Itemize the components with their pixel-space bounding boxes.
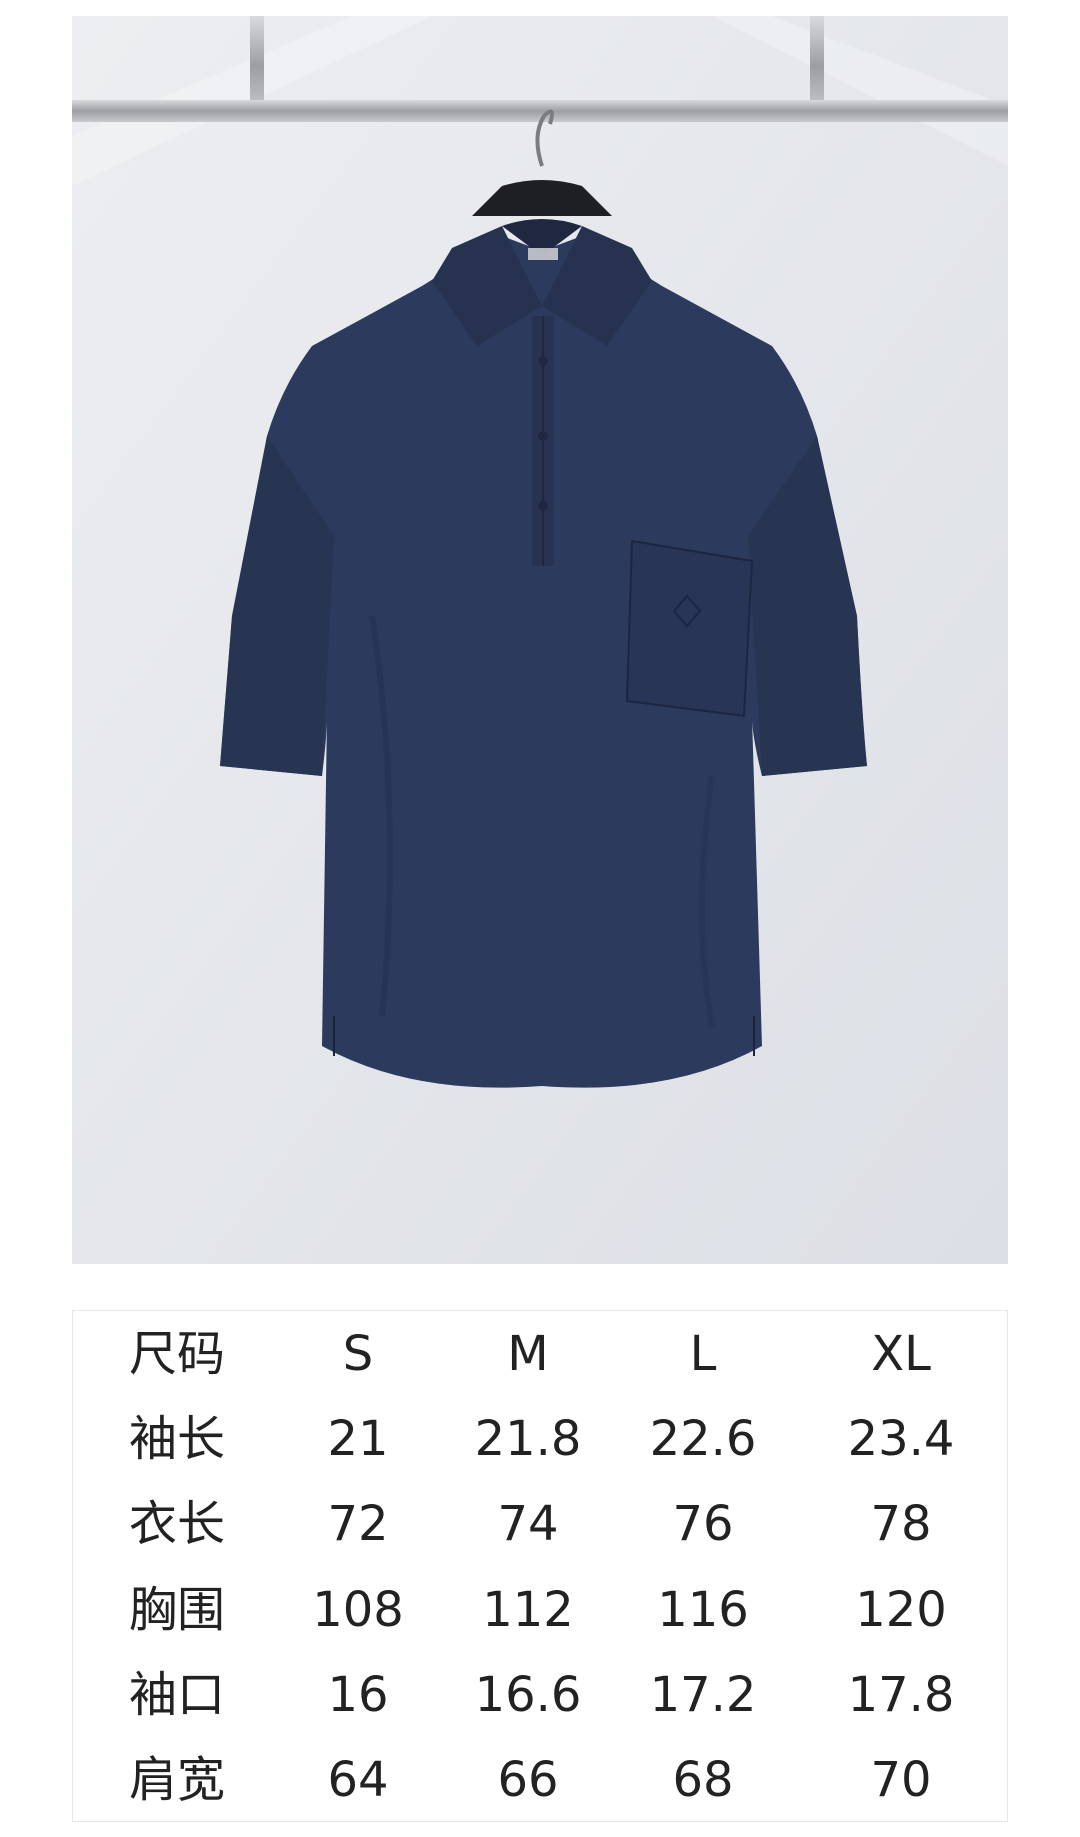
table-cell: 120	[855, 1581, 947, 1638]
neck-label	[528, 248, 558, 260]
table-cell: 116	[657, 1581, 749, 1638]
size-table: 尺码 S M L XL 袖长 21 21.8 22.6 23.4 衣长 72 7…	[73, 1311, 1009, 1823]
table-cell: 17.2	[649, 1666, 757, 1723]
table-cell: 16.6	[474, 1666, 582, 1723]
size-header-row: 尺码 S M L XL	[73, 1311, 1009, 1396]
table-cell: 64	[327, 1752, 389, 1809]
button	[538, 431, 548, 441]
product-photo	[72, 16, 1008, 1264]
table-cell: 21	[327, 1410, 389, 1467]
table-cell: 76	[672, 1496, 734, 1553]
table-cell: 21.8	[474, 1410, 582, 1467]
table-row: 袖口 16 16.6 17.2 17.8	[73, 1652, 1009, 1737]
table-cell: 68	[672, 1752, 734, 1809]
row-label-sleeve-length: 袖长	[129, 1410, 226, 1467]
table-cell: 72	[327, 1496, 389, 1553]
table-row: 袖长 21 21.8 22.6 23.4	[73, 1396, 1009, 1481]
header-size-label: 尺码	[129, 1325, 226, 1382]
row-label-chest: 胸围	[129, 1581, 226, 1638]
table-cell: 22.6	[649, 1410, 757, 1467]
table-cell: 78	[870, 1496, 932, 1553]
table-cell: 108	[312, 1581, 404, 1638]
table-cell: 16	[327, 1666, 389, 1723]
table-cell: 74	[497, 1496, 559, 1553]
clothing-rail	[72, 100, 1008, 122]
row-label-shoulder: 肩宽	[129, 1752, 226, 1809]
table-cell: 112	[482, 1581, 574, 1638]
table-cell: 23.4	[847, 1410, 955, 1467]
header-size-m: M	[507, 1325, 549, 1382]
polo-shirt-illustration	[72, 16, 1008, 1264]
table-cell: 17.8	[847, 1666, 955, 1723]
header-size-xl: XL	[871, 1325, 931, 1382]
row-label-garment-length: 衣长	[129, 1496, 226, 1553]
button	[538, 501, 548, 511]
table-cell: 70	[870, 1752, 932, 1809]
table-cell: 66	[497, 1752, 559, 1809]
header-size-s: S	[342, 1325, 374, 1382]
table-row: 衣长 72 74 76 78	[73, 1482, 1009, 1567]
table-row: 肩宽 64 66 68 70	[73, 1738, 1009, 1823]
row-label-cuff: 袖口	[129, 1666, 226, 1723]
table-row: 胸围 108 112 116 120	[73, 1567, 1009, 1652]
chest-pocket	[625, 539, 754, 718]
size-chart: 尺码 S M L XL 袖长 21 21.8 22.6 23.4 衣长 72 7…	[72, 1310, 1008, 1822]
button	[538, 356, 548, 366]
header-size-l: L	[689, 1325, 717, 1382]
